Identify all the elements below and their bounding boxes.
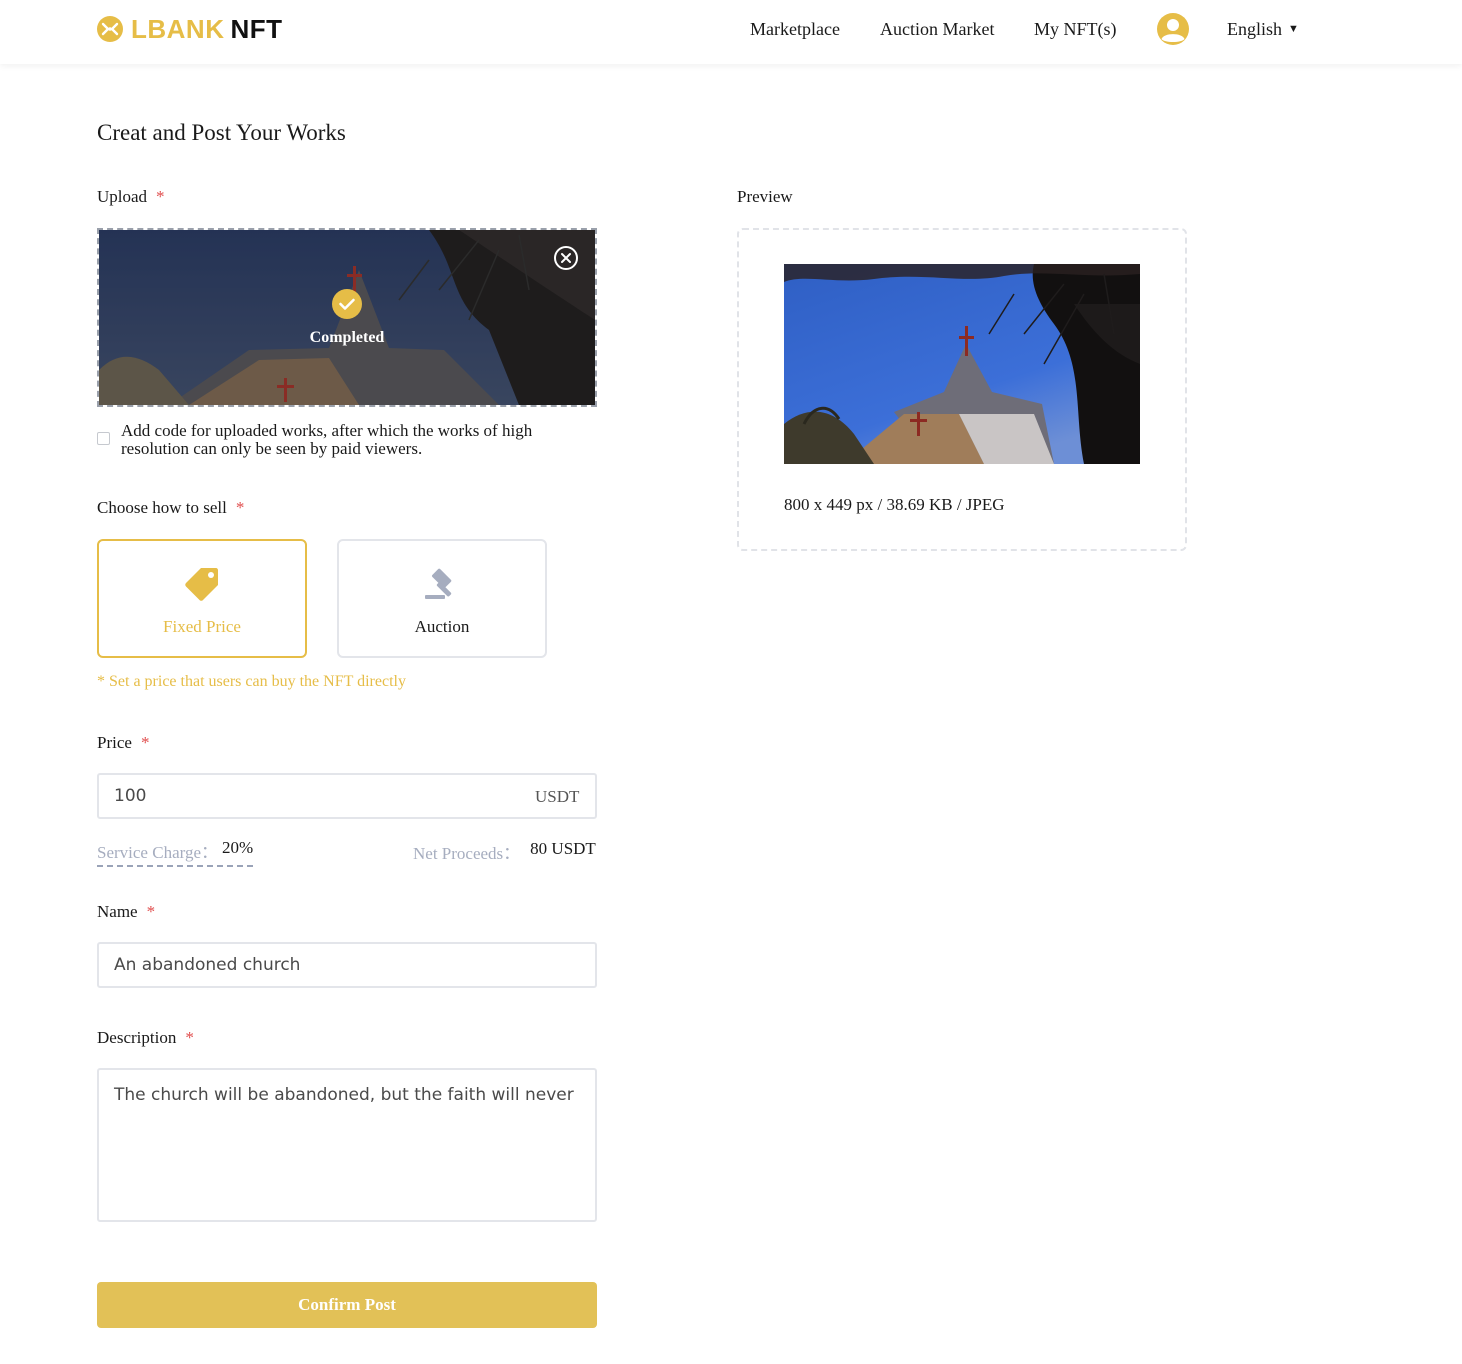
preview-panel: 800 x 449 px / 38.69 KB / JPEG (737, 228, 1187, 551)
fixed-price-label: Fixed Price (163, 617, 241, 636)
top-nav-bar: LBANK NFT Marketplace Auction Market My N… (0, 0, 1462, 64)
sell-method-hint: * Set a price that users can buy the NFT… (97, 673, 406, 690)
service-charge-value: 20% (222, 838, 254, 857)
lbank-logo-icon (97, 16, 123, 42)
upload-complete-check-icon (332, 289, 362, 319)
name-label-text: Name (97, 902, 138, 921)
description-textarea[interactable]: The church will be abandoned, but the fa… (97, 1068, 597, 1222)
brand-wordmark: LBANK NFT (131, 14, 283, 44)
required-mark: * (235, 498, 245, 517)
preview-image (784, 264, 1140, 464)
upload-status-text: Completed (309, 329, 385, 346)
chevron-down-icon: ▼ (1288, 22, 1299, 35)
upload-label: Upload * (97, 187, 165, 207)
auction-label: Auction (414, 617, 470, 636)
required-mark: * (140, 733, 150, 752)
required-mark: * (146, 902, 156, 921)
net-proceeds-value: 80 USDT (530, 839, 596, 858)
brand-logo[interactable]: LBANK NFT (96, 14, 283, 44)
nav-my-nfts[interactable]: My NFT(s) (1034, 0, 1117, 58)
auction-option[interactable]: Auction (337, 539, 547, 658)
preview-image-meta: 800 x 449 px / 38.69 KB / JPEG (784, 495, 1005, 514)
watermark-checkbox[interactable] (97, 432, 110, 445)
price-input[interactable] (97, 773, 597, 819)
sell-method-label: Choose how to sell * (97, 498, 244, 518)
service-charge-label: Service Charge： (97, 843, 219, 862)
name-label: Name * (97, 902, 155, 922)
confirm-post-button[interactable]: Confirm Post (97, 1282, 597, 1328)
price-label: Price * (97, 733, 149, 753)
auction-gavel-icon (425, 568, 452, 599)
upload-dropzone[interactable]: Completed (97, 228, 597, 407)
price-label-text: Price (97, 733, 132, 752)
sell-method-label-text: Choose how to sell (97, 498, 227, 517)
required-mark: * (156, 187, 165, 206)
watermark-option: Add code for uploaded works, after which… (97, 422, 597, 458)
user-avatar-icon[interactable] (1156, 12, 1190, 46)
nav-auction-market[interactable]: Auction Market (880, 0, 994, 58)
watermark-option-text: Add code for uploaded works, after which… (121, 421, 533, 458)
preview-label: Preview (737, 187, 793, 207)
page-title: Creat and Post Your Works (97, 120, 346, 145)
net-proceeds-info: Net Proceeds： 80 USDT (413, 839, 596, 864)
price-tag-icon (185, 568, 218, 601)
net-proceeds-label: Net Proceeds： (413, 844, 521, 863)
description-label-text: Description (97, 1028, 177, 1047)
remove-upload-icon[interactable] (553, 245, 579, 271)
nav-marketplace[interactable]: Marketplace (750, 0, 840, 58)
fixed-price-option[interactable]: Fixed Price (97, 539, 307, 658)
name-input[interactable] (97, 942, 597, 988)
description-label: Description * (97, 1028, 194, 1048)
language-label: English (1227, 18, 1283, 39)
required-mark: * (185, 1028, 194, 1047)
preview-label-text: Preview (737, 187, 793, 206)
service-charge-info[interactable]: Service Charge： 20% (97, 838, 254, 867)
price-currency-suffix: USDT (535, 787, 580, 806)
upload-label-text: Upload (97, 187, 148, 206)
language-selector[interactable]: English ▼ (1227, 0, 1299, 58)
